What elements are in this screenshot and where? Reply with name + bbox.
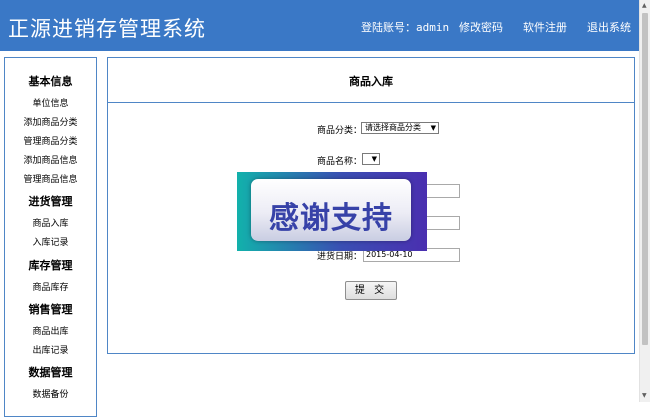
sidebar-item-data-backup[interactable]: 数据备份 (5, 387, 96, 400)
header-bar: 正源进销存管理系统 登陆账号：admin 修改密码 软件注册 退出系统 (0, 0, 639, 51)
sidebar-item-add-product[interactable]: 添加商品信息 (5, 153, 96, 166)
sidebar: 基本信息 单位信息 添加商品分类 管理商品分类 添加商品信息 管理商品信息 进货… (4, 57, 97, 417)
sidebar-section-data: 数据管理 (28, 366, 73, 379)
sidebar-section-inventory: 库存管理 (28, 259, 73, 272)
sidebar-item-product-stock[interactable]: 商品库存 (5, 280, 96, 293)
title-divider (108, 102, 634, 103)
sidebar-item-add-category[interactable]: 添加商品分类 (5, 115, 96, 128)
app-title: 正源进销存管理系统 (8, 17, 206, 41)
sidebar-item-company-info[interactable]: 单位信息 (5, 96, 96, 109)
category-label: 商品分类： (317, 126, 363, 136)
submit-button[interactable]: 提 交 (345, 281, 397, 300)
sidebar-item-manage-product[interactable]: 管理商品信息 (5, 172, 96, 185)
register-link[interactable]: 软件注册 (523, 19, 567, 35)
category-select[interactable]: 请选择商品分类 ▼ (361, 122, 439, 134)
scroll-up-icon[interactable]: ▲ (642, 2, 647, 9)
page-title: 商品入库 (349, 75, 393, 88)
thanks-text: 感谢支持 (269, 201, 393, 236)
page-scrollbar[interactable]: ▲ ▼ (639, 0, 650, 402)
category-select-value: 请选择商品分类 (365, 123, 421, 132)
sidebar-item-stock-in[interactable]: 商品入库 (5, 216, 96, 229)
scroll-down-icon[interactable]: ▼ (642, 392, 647, 399)
logout-link[interactable]: 退出系统 (587, 19, 631, 35)
sidebar-item-stock-out[interactable]: 商品出库 (5, 324, 96, 337)
product-name-select[interactable]: ▼ (362, 153, 380, 165)
scroll-thumb[interactable] (642, 13, 648, 345)
thanks-card: 感谢支持 (251, 179, 411, 241)
sidebar-section-purchase: 进货管理 (28, 195, 73, 208)
dropdown-arrow-icon: ▼ (430, 124, 436, 132)
dropdown-arrow-icon: ▼ (371, 155, 377, 163)
sidebar-item-manage-category[interactable]: 管理商品分类 (5, 134, 96, 147)
sidebar-item-stock-in-records[interactable]: 入库记录 (5, 235, 96, 248)
sidebar-section-basic-info: 基本信息 (28, 75, 73, 88)
sidebar-item-stock-out-records[interactable]: 出库记录 (5, 343, 96, 356)
sidebar-section-sales: 销售管理 (28, 303, 73, 316)
login-account-label: 登陆账号： (361, 21, 416, 34)
thanks-banner: 感谢支持 (237, 172, 427, 251)
login-account: 登陆账号：admin (361, 19, 449, 35)
login-account-user: admin (416, 21, 450, 34)
product-name-label: 商品名称： (317, 157, 363, 167)
change-password-link[interactable]: 修改密码 (459, 19, 503, 35)
